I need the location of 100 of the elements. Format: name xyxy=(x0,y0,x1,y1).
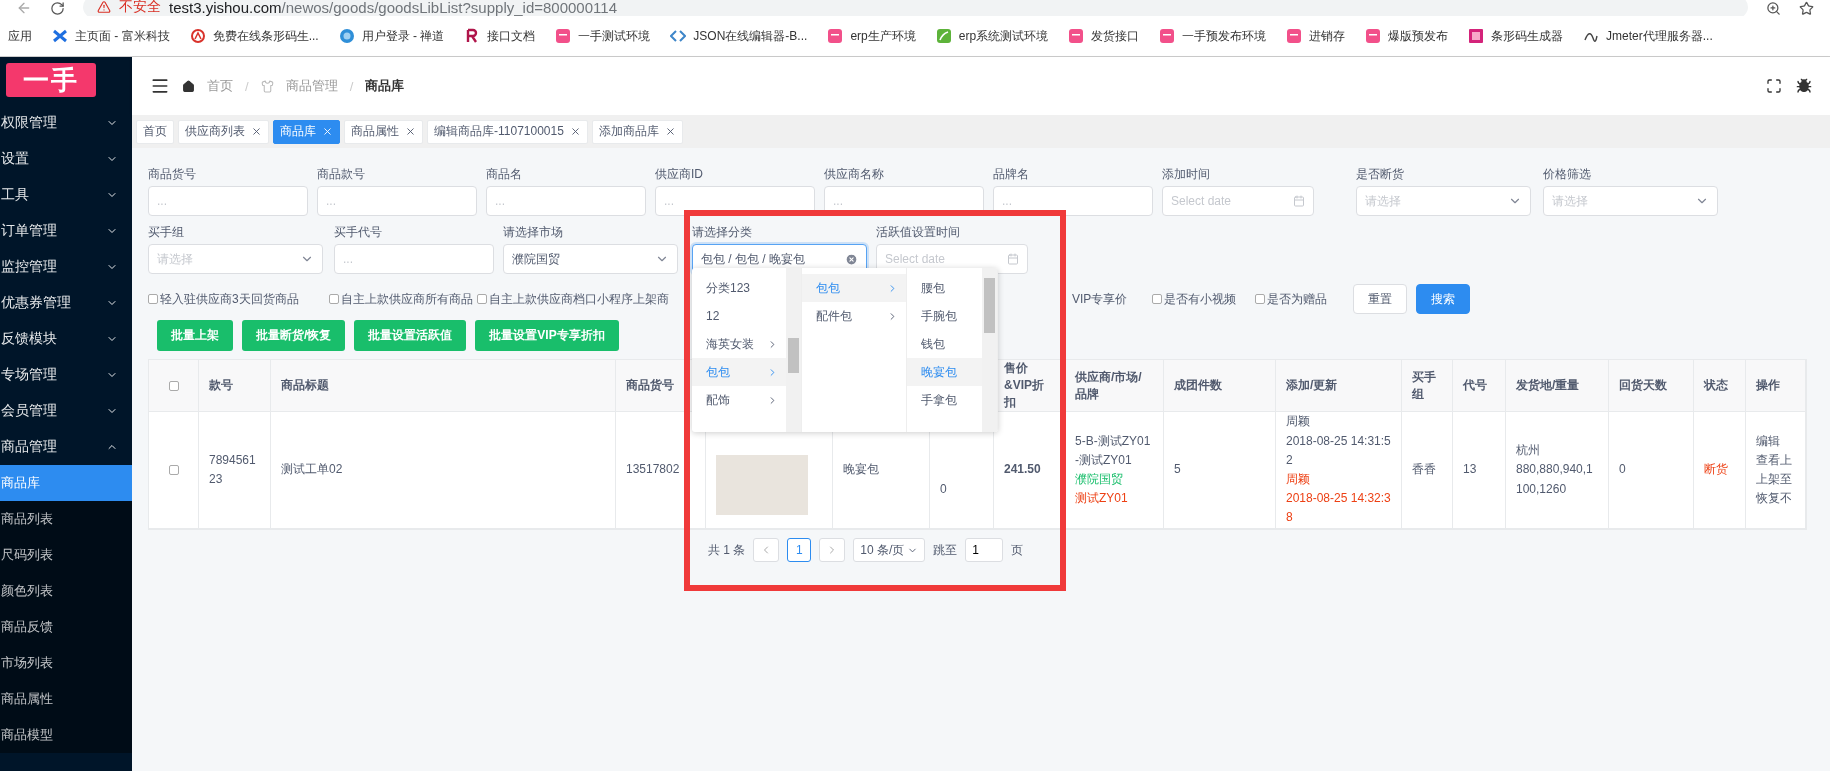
sidebar-item[interactable]: 优惠券管理 xyxy=(0,285,132,321)
table-cell-text: 测试工单02 xyxy=(281,461,344,479)
field-label: 供应商ID xyxy=(655,166,704,183)
bookmark-icon xyxy=(670,28,687,44)
checkbox[interactable] xyxy=(1152,294,1162,304)
back-icon[interactable] xyxy=(16,0,32,16)
reset-button[interactable]: 重置 xyxy=(1353,284,1407,314)
close-icon[interactable] xyxy=(569,126,581,137)
bookmark-link[interactable]: Jmeter代理服务器... xyxy=(1606,27,1713,45)
close-icon[interactable] xyxy=(322,126,333,137)
bookmark-link[interactable]: 用户登录 - 禅道 xyxy=(361,27,445,45)
column-header: 供应商/市场/品牌 xyxy=(1075,368,1143,403)
jump-label: 跳至 xyxy=(933,541,958,559)
clear-icon[interactable] xyxy=(845,252,858,266)
page-size-select[interactable]: 10 条/页 xyxy=(853,538,926,562)
field-label: 添加时间 xyxy=(1162,166,1211,183)
action-link[interactable]: 上架至 xyxy=(1756,470,1795,490)
menu-icon[interactable] xyxy=(150,76,170,96)
category-option[interactable]: 海英女装 xyxy=(692,330,786,358)
sidebar-item[interactable]: 权限管理 xyxy=(0,105,132,141)
bookmark-link[interactable]: 接口文档 xyxy=(487,27,536,45)
bookmark-link[interactable]: 应用 xyxy=(8,27,32,45)
field-label: 品牌名 xyxy=(993,166,1030,183)
sidebar-subitem[interactable]: 尺码列表 xyxy=(0,537,132,573)
sidebar-item[interactable]: 设置 xyxy=(0,141,132,177)
field-label: 供应商名称 xyxy=(824,166,885,183)
page-tab[interactable]: 编辑商品库-1107100015 xyxy=(427,119,588,144)
sidebar-item[interactable]: 反馈模块 xyxy=(0,321,132,357)
bookmark-link[interactable]: 进销存 xyxy=(1309,27,1346,45)
sidebar-subitem[interactable]: 市场列表 xyxy=(0,645,132,681)
close-icon[interactable] xyxy=(251,126,262,137)
column-header: 添加/更新 xyxy=(1286,377,1338,394)
action-link[interactable]: 编辑 xyxy=(1756,431,1795,451)
checkbox[interactable] xyxy=(477,294,487,304)
bookmark-star-icon[interactable] xyxy=(1799,1,1814,16)
fullscreen-icon[interactable] xyxy=(1766,78,1782,94)
action-link[interactable]: 恢复不 xyxy=(1756,489,1795,509)
category-option[interactable]: 手拿包 xyxy=(907,386,982,414)
select-field[interactable]: 濮院国贸 xyxy=(503,244,678,274)
bookmark-link[interactable]: 一手测试环境 xyxy=(578,27,651,45)
bug-icon[interactable] xyxy=(1796,78,1812,94)
table-cell-text: 香香 xyxy=(1412,461,1437,479)
sidebar-item[interactable]: 商品管理 xyxy=(0,429,132,465)
field-label: 买手代号 xyxy=(334,224,383,241)
category-option[interactable]: 手腕包 xyxy=(907,302,982,330)
bookmark-icon xyxy=(189,28,206,44)
bookmark-link[interactable]: JSON在线编辑器-B... xyxy=(693,27,808,45)
zoom-icon[interactable] xyxy=(1766,1,1781,16)
row-checkbox[interactable] xyxy=(168,465,179,475)
bookmark-link[interactable]: erp生产环境 xyxy=(850,27,916,45)
table-cell-text: 5-B-测试ZY01-测试ZY01 xyxy=(1075,432,1152,469)
column-header: 商品标题 xyxy=(281,377,329,394)
bookmark-link[interactable]: 主页面 - 富米科技 xyxy=(75,27,170,45)
calendar-icon xyxy=(1007,253,1019,265)
category-option[interactable]: 分类123 xyxy=(692,274,786,302)
action-link[interactable]: 查看上 xyxy=(1756,450,1795,470)
sidebar-item[interactable]: 专场管理 xyxy=(0,357,132,393)
page-tab[interactable]: 首页 xyxy=(136,119,174,144)
checkbox-label: 是否为赠品 xyxy=(1267,290,1327,308)
bookmark-link[interactable]: 发货接口 xyxy=(1091,27,1140,45)
sidebar-item[interactable]: 工具 xyxy=(0,177,132,213)
page-tab[interactable]: 供应商列表 xyxy=(178,119,269,144)
close-icon[interactable] xyxy=(405,126,416,137)
sidebar-item[interactable]: 监控管理 xyxy=(0,249,132,285)
category-option[interactable]: 腰包 xyxy=(907,274,982,302)
checkbox[interactable] xyxy=(329,294,339,304)
table-cell-text: 杭州 xyxy=(1516,442,1541,460)
bookmark-icon xyxy=(1286,28,1303,44)
bookmark-link[interactable]: 条形码生成器 xyxy=(1491,27,1564,45)
sidebar-item[interactable]: 会员管理 xyxy=(0,393,132,429)
column-header: 发货地/重量 xyxy=(1516,377,1580,394)
category-option[interactable]: 配件包 xyxy=(802,302,906,330)
table-cell-text: 5 xyxy=(1174,461,1182,479)
close-icon[interactable] xyxy=(664,126,676,137)
checkbox-label: 自主上款供应商档口小程序上架商 xyxy=(489,290,669,308)
breadcrumb-separator: / xyxy=(349,78,354,94)
sidebar-subitem[interactable]: 颜色列表 xyxy=(0,573,132,609)
sidebar-subitem[interactable]: 商品列表 xyxy=(0,501,132,537)
category-option[interactable]: 配饰 xyxy=(692,386,786,414)
page-input[interactable]: 1 xyxy=(965,538,1004,562)
sidebar-subitem[interactable]: 商品反馈 xyxy=(0,609,132,645)
checkbox[interactable] xyxy=(1255,294,1265,304)
breadcrumb-separator: / xyxy=(245,78,249,94)
bookmark-link[interactable]: 免费在线条形码生... xyxy=(212,27,319,45)
sidebar-subitem[interactable]: 商品属性 xyxy=(0,681,132,717)
page-tab[interactable]: 添加商品库 xyxy=(591,119,683,144)
category-option[interactable]: 12 xyxy=(692,302,786,330)
select-all-checkbox[interactable] xyxy=(168,380,179,391)
sidebar-item[interactable]: 订单管理 xyxy=(0,213,132,249)
bookmark-link[interactable]: 一手预发布环境 xyxy=(1182,27,1267,45)
sidebar-subitem[interactable]: 商品模型 xyxy=(0,717,132,753)
checkbox[interactable] xyxy=(148,294,158,304)
page-tab[interactable]: 商品属性 xyxy=(344,119,423,144)
bookmark-link[interactable]: erp系统测试环境 xyxy=(958,27,1049,45)
bookmark-link[interactable]: 爆版预发布 xyxy=(1388,27,1449,45)
table-cell-text: 0 xyxy=(1619,461,1627,479)
column-header: 款号 xyxy=(209,377,233,394)
field-label: 是否断货 xyxy=(1356,166,1405,183)
category-option[interactable]: 钱包 xyxy=(907,330,982,358)
reload-icon[interactable] xyxy=(50,1,65,16)
